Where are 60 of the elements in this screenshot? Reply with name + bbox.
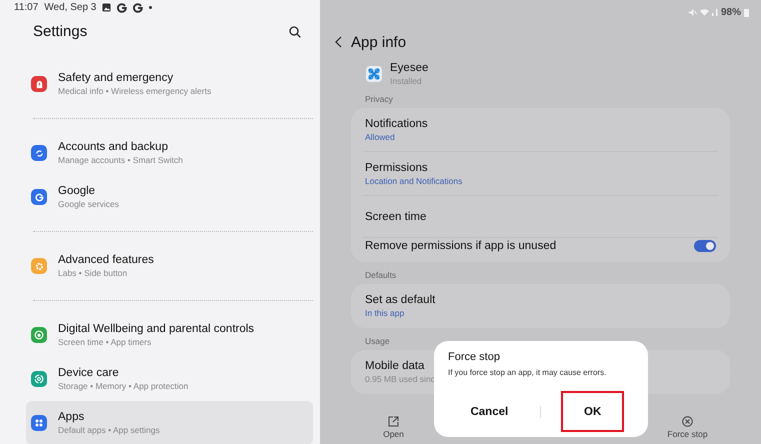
item-subtitle: Google services — [58, 199, 119, 209]
settings-title: Settings — [33, 23, 88, 40]
mute-icon — [688, 8, 697, 16]
row-title[interactable]: Set as default — [365, 294, 436, 306]
app-status: Installed — [390, 76, 423, 86]
section-label: Usage — [364, 335, 391, 348]
app-name: Eyesee — [390, 62, 428, 74]
status-date: Wed, Sep 3 — [44, 2, 96, 13]
image-icon — [102, 3, 112, 12]
app-info-title: App info — [351, 34, 406, 50]
settings-item[interactable]: Safety and emergency Medical info • Wireless emergency alerts — [26, 62, 313, 106]
row-title[interactable]: Mobile data — [365, 360, 435, 372]
row-value: In this app — [365, 308, 406, 318]
item-subtitle: Screen time • App timers — [58, 337, 152, 347]
item-title: Safety and emergency — [58, 72, 174, 84]
row-title[interactable]: Screen time — [365, 210, 426, 222]
row-value: Location and Notifications — [365, 176, 462, 186]
app-icon — [366, 66, 382, 82]
dot-icon — [149, 6, 152, 9]
g-letter-icon — [133, 2, 144, 12]
item-title: Advanced features — [58, 254, 154, 266]
section-label: Defaults — [364, 269, 398, 282]
item-title: Device care — [58, 367, 120, 379]
action-button[interactable]: Force stop — [667, 416, 708, 438]
settings-item[interactable]: Apps Default apps • App settings — [26, 401, 313, 444]
settings-item[interactable]: Device care Storage • Memory • App protection — [26, 357, 313, 401]
stop-circle-icon — [682, 416, 693, 426]
g-letter-icon — [117, 2, 128, 12]
section-label: Privacy — [364, 93, 394, 106]
item-title: Digital Wellbeing and parental controls — [58, 323, 254, 335]
dialog-title: Force stop — [448, 351, 501, 363]
item-subtitle: Default apps • App settings — [58, 425, 160, 435]
item-subtitle: Labs • Side button — [58, 268, 128, 278]
item-subtitle: Storage • Memory • App protection — [58, 381, 188, 391]
row-title[interactable]: Permissions — [365, 162, 462, 174]
row-title: Remove permissions if app is unused — [365, 240, 556, 252]
battery-icon — [744, 8, 749, 16]
row-detail: 0.95 MB used sinc — [365, 374, 435, 384]
search-icon[interactable] — [289, 26, 301, 38]
signal-icon — [712, 8, 718, 16]
toggle-switch[interactable] — [694, 240, 716, 252]
item-title: Google — [58, 185, 96, 197]
action-button[interactable]: Open — [383, 416, 404, 438]
battery-percent: 98% — [720, 6, 741, 18]
row-title[interactable]: Notifications — [365, 118, 428, 130]
item-subtitle: Manage accounts • Smart Switch — [58, 155, 183, 165]
back-icon[interactable] — [335, 36, 342, 48]
status-time: 11:07 — [14, 2, 38, 13]
settings-item[interactable]: Digital Wellbeing and parental controls Screen time • App timers — [26, 313, 313, 357]
item-subtitle: Medical info • Wireless emergency alerts — [58, 86, 212, 96]
row-value: Allowed — [365, 132, 396, 142]
external-link-icon — [388, 416, 399, 426]
settings-item[interactable]: Accounts and backup Manage accounts • Smart Switch — [26, 131, 313, 175]
wifi-icon — [700, 8, 709, 16]
dialog-button[interactable]: OK — [561, 391, 624, 432]
item-title: Accounts and backup — [58, 141, 169, 153]
item-title: Apps — [58, 411, 86, 423]
settings-item[interactable]: Advanced features Labs • Side button — [26, 244, 313, 288]
settings-item[interactable]: Google Google services — [26, 175, 313, 219]
dialog-message: If you force stop an app, it may cause errors. — [448, 368, 608, 377]
